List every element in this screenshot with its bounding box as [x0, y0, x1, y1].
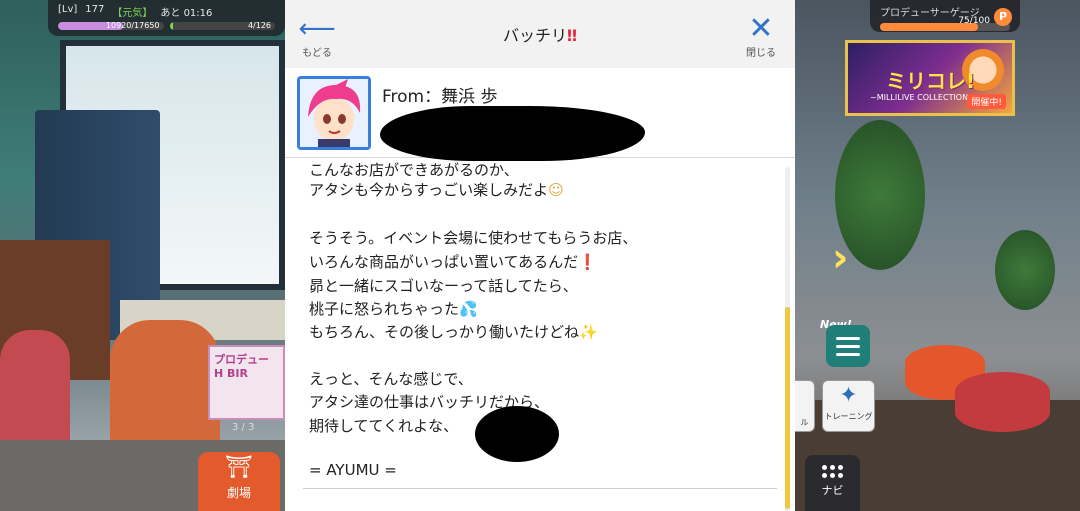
hamburger-icon — [836, 336, 860, 340]
partial-button[interactable]: ル — [795, 380, 815, 432]
message-body[interactable]: こんなお店ができあがるのか、 アタシも今からすっごい楽しみだよ☺ そうそう。イベ… — [285, 159, 795, 511]
stamina-timer: あと 01:16 — [160, 8, 213, 19]
exp-text: 10920/17650 — [105, 22, 160, 30]
double-exclamation-icon: ‼ — [566, 26, 578, 45]
message-line: こんなお店ができあがるのか、 — [309, 161, 519, 179]
grid-dots-icon — [805, 455, 860, 478]
training-label: トレーニング — [824, 412, 873, 421]
navi-button[interactable]: ナビ — [805, 455, 860, 511]
p-icon: P — [994, 8, 1012, 26]
theater-button[interactable]: ⛩ 劇場 — [198, 452, 280, 511]
potted-plant — [835, 120, 925, 270]
stool — [955, 372, 1050, 432]
producer-gauge-bar — [880, 23, 1010, 31]
back-label: もどる — [302, 48, 332, 59]
scroll-thumb[interactable] — [785, 307, 790, 509]
navi-label: ナビ — [821, 484, 844, 497]
modal-title: バッチリ‼ — [502, 26, 578, 45]
producer-gauge-value: 75/100 — [958, 16, 990, 26]
status-hud: [Lv] 177 【元気】 あと 01:16 10920/17650 4/126 — [48, 0, 285, 36]
page-indicator: 3 / 3 — [232, 422, 255, 433]
exp-bar: 10920/17650 — [58, 22, 164, 30]
smile-icon: ☺ — [548, 181, 564, 199]
sparkle-icon: ✦ — [839, 383, 858, 408]
stamina-text: 4/126 — [247, 22, 271, 30]
message-line: えっと、そんな感じで、 — [309, 370, 473, 388]
close-button[interactable]: ✕ 閉じる — [739, 14, 783, 62]
potted-plant — [995, 230, 1055, 310]
event-subtitle: ~MILLILIVE COLLECTION~ — [870, 93, 975, 102]
stamina-bar: 4/126 — [169, 22, 275, 30]
message-line: いろんな商品がいっぱい置いてあるんだ❗ — [309, 253, 597, 271]
message-line: 期待しててくれよな、 — [309, 417, 459, 435]
sparkle-icon: ✨ — [579, 323, 598, 341]
sender-section: From：舞浜 歩 — [285, 68, 795, 161]
avatar[interactable] — [297, 76, 371, 150]
scrollbar[interactable] — [785, 167, 790, 511]
birthday-poster[interactable]: プロデュー H BIR — [208, 345, 285, 420]
mail-modal: ⟵ もどる バッチリ‼ ✕ 閉じる From：舞浜 歩 こんなお店ができあがるの… — [285, 0, 795, 511]
level-label: [Lv] — [58, 4, 78, 15]
theater-icon: ⛩ — [225, 455, 253, 480]
theater-label: 劇場 — [226, 486, 251, 500]
message-line: 桃子に怒られちゃった💦 — [309, 300, 478, 318]
divider — [303, 488, 777, 489]
message-line: 昴と一緒にスゴいなーって話してたら、 — [309, 277, 578, 295]
message-signature: = AYUMU = — [309, 461, 397, 479]
level-value: 177 — [85, 4, 105, 15]
producer-gauge-label: プロデューサーゲージ — [880, 8, 980, 19]
exclamation-icon: ❗ — [578, 253, 597, 271]
mood-label: 【元気】 — [112, 8, 153, 19]
next-arrow-icon[interactable]: › — [832, 235, 848, 281]
event-banner[interactable]: ミリコレ! ~MILLILIVE COLLECTION~ 開催中! — [845, 40, 1015, 116]
menu-button[interactable] — [826, 325, 870, 367]
event-status-badge: 開催中! — [967, 94, 1006, 109]
training-button[interactable]: ✦ トレーニング — [822, 380, 875, 432]
sweat-drops-icon: 💦 — [459, 300, 478, 318]
redaction-mark — [380, 106, 645, 161]
producer-gauge[interactable]: プロデューサーゲージ 75/100 P — [870, 0, 1020, 32]
chair — [110, 320, 220, 460]
sender-name: From：舞浜 歩 — [382, 87, 498, 107]
close-label: 閉じる — [746, 48, 776, 59]
message-line: アタシも今からすっごい楽しみだよ☺ — [309, 181, 564, 199]
office-scene-left — [0, 0, 285, 511]
modal-header: ⟵ もどる バッチリ‼ ✕ 閉じる — [285, 0, 795, 68]
close-icon: ✕ — [748, 11, 774, 46]
message-line: そうそう。イベント会場に使わせてもらうお店、 — [309, 229, 638, 247]
character-avatar-icon — [300, 79, 368, 147]
message-line: もちろん、その後しっかり働いたけどね✨ — [309, 323, 598, 341]
redaction-mark — [475, 406, 559, 462]
event-title: ミリコレ! — [886, 69, 976, 93]
